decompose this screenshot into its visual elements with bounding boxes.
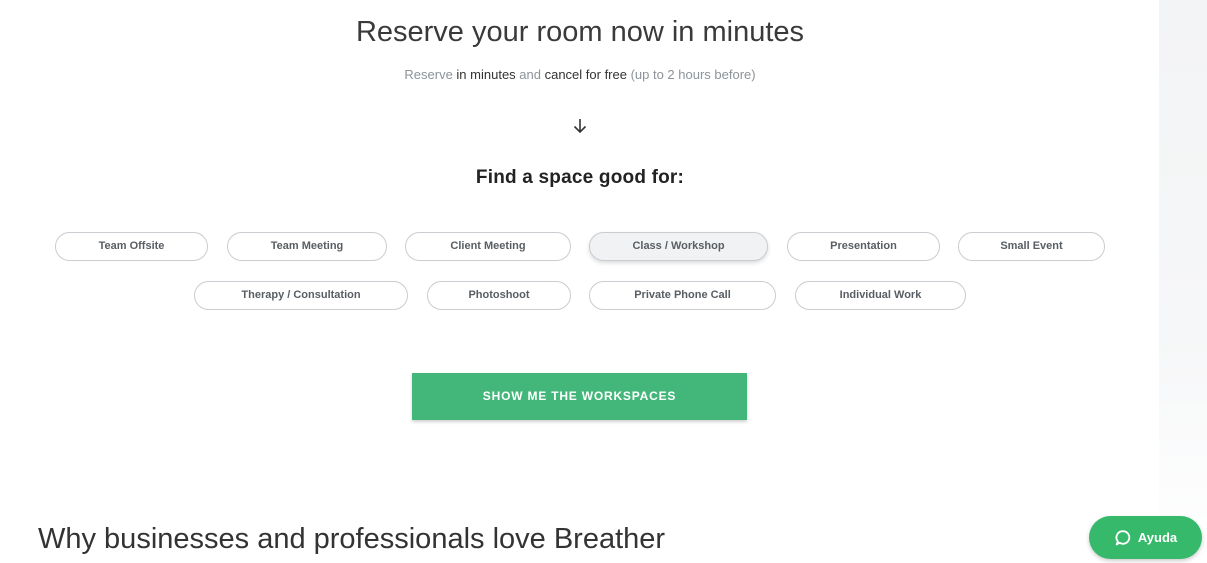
subtitle-emphasis: in minutes xyxy=(456,67,516,82)
subtitle-emphasis: cancel for free xyxy=(544,67,627,82)
option-pill[interactable]: Private Phone Call xyxy=(589,281,776,310)
hero-title: Reserve your room now in minutes xyxy=(355,16,805,48)
option-pill[interactable]: Class / Workshop xyxy=(589,232,768,261)
subtitle-text: Reserve xyxy=(404,67,457,82)
chat-bubble-icon xyxy=(1114,529,1132,547)
subtitle-text: and xyxy=(515,67,545,82)
option-pill[interactable]: Team Meeting xyxy=(227,232,387,261)
show-workspaces-button[interactable]: SHOW ME THE WORKSPACES xyxy=(412,373,747,420)
option-pill[interactable]: Client Meeting xyxy=(405,232,571,261)
hero-subtitle: Reserve in minutes and cancel for free (… xyxy=(0,67,1160,82)
option-pill[interactable]: Photoshoot xyxy=(427,281,571,310)
why-section-title: Why businesses and professionals love Br… xyxy=(38,523,666,555)
help-label: Ayuda xyxy=(1137,530,1178,545)
option-pill[interactable]: Presentation xyxy=(787,232,940,261)
option-pill[interactable]: Small Event xyxy=(958,232,1105,261)
help-chat-button[interactable]: Ayuda xyxy=(1089,516,1202,559)
option-pill[interactable]: Individual Work xyxy=(795,281,966,310)
right-gutter xyxy=(1159,0,1207,563)
page: Reserve your room now in minutes Reserve… xyxy=(0,0,1207,563)
finder-title: Find a space good for: xyxy=(475,167,685,188)
option-pill[interactable]: Therapy / Consultation xyxy=(194,281,408,310)
subtitle-text: (up to 2 hours before) xyxy=(626,67,756,82)
option-pill[interactable]: Team Offsite xyxy=(55,232,208,261)
arrow-down-icon xyxy=(568,114,592,138)
